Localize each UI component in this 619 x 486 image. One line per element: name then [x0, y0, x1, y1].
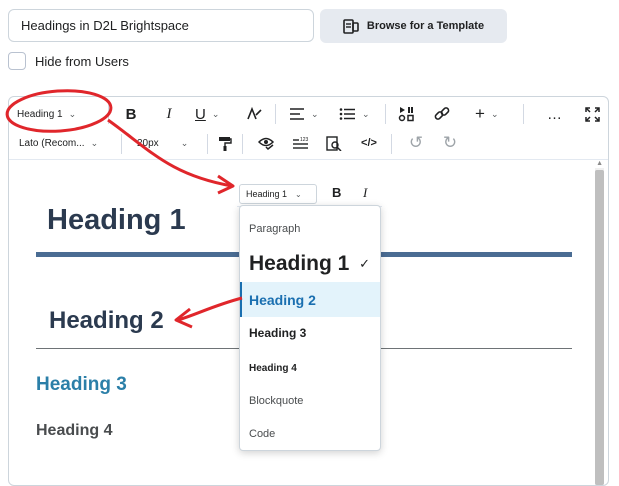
more-actions-button[interactable]: … [545, 103, 565, 125]
inset-block-format-dropdown[interactable]: Heading 1 ⌄ [239, 184, 317, 204]
word-count-icon: 123 [292, 137, 309, 149]
menu-item-heading-3[interactable]: Heading 3 [240, 322, 380, 344]
bullet-list-icon [339, 108, 355, 120]
content-heading-4: Heading 4 [36, 422, 113, 439]
undo-icon: ↺ [408, 133, 424, 152]
chevron-down-icon: ⌄ [490, 108, 499, 119]
font-family-dropdown[interactable]: Lato (Recom... ⌄ [19, 133, 98, 153]
format-painter-button[interactable] [217, 133, 233, 153]
expand-icon [584, 106, 600, 122]
menu-item-label: Heading 4 [249, 362, 297, 374]
underline-icon: U [195, 105, 206, 123]
chevron-down-icon: ⌄ [90, 137, 99, 148]
menu-item-heading-2[interactable]: Heading 2 [240, 282, 380, 317]
chevron-down-icon: ⌄ [68, 108, 77, 119]
chevron-down-icon: ⌄ [211, 108, 220, 119]
menu-item-label: Heading 3 [249, 326, 307, 340]
scrollbar-thumb[interactable] [595, 170, 604, 485]
hide-from-users-label: Hide from Users [35, 53, 129, 69]
chevron-down-icon: ⌄ [311, 108, 319, 119]
content-heading-3: Heading 3 [36, 374, 127, 395]
fullscreen-button[interactable] [583, 103, 601, 125]
media-icon [398, 107, 414, 122]
menu-item-label: Blockquote [249, 395, 304, 407]
redo-icon: ↻ [442, 133, 458, 152]
plus-icon: + [475, 104, 485, 123]
paint-roller-icon [219, 136, 232, 151]
menu-item-heading-1[interactable]: Heading 1 ✓ [240, 248, 380, 280]
menu-item-label: Heading 2 [249, 291, 316, 308]
text-style-button[interactable] [245, 103, 263, 125]
insert-link-button[interactable] [433, 103, 451, 125]
redo-button[interactable]: ↻ [441, 133, 459, 153]
chevron-down-icon: ⌄ [295, 189, 302, 199]
scroll-up-arrow-icon[interactable]: ▲ [596, 160, 603, 167]
menu-item-label: Heading 1 [249, 252, 350, 275]
hide-from-users-row[interactable]: Hide from Users [8, 52, 129, 70]
content-heading-1: Heading 1 [47, 204, 186, 236]
menu-item-paragraph[interactable]: Paragraph [240, 218, 380, 240]
chevron-down-icon: ⌄ [180, 137, 189, 148]
browse-template-label: Browse for a Template [366, 20, 485, 32]
insert-media-button[interactable] [397, 103, 415, 125]
preview-icon [326, 135, 342, 151]
text-color-icon [247, 107, 262, 120]
bold-button[interactable]: B [123, 103, 139, 125]
inset-bold-button[interactable]: B [332, 185, 341, 200]
word-count-button[interactable]: 123 [291, 133, 309, 153]
checkmark-icon: ✓ [359, 256, 370, 271]
undo-button[interactable]: ↺ [407, 133, 425, 153]
menu-item-label: Code [249, 428, 276, 440]
title-input[interactable]: Headings in D2L Brightspace [8, 9, 314, 42]
code-icon: </> [361, 137, 377, 149]
source-code-button[interactable]: </> [360, 133, 378, 153]
chevron-down-icon: ⌄ [362, 108, 370, 119]
align-left-icon [290, 108, 304, 120]
content-heading-2: Heading 2 [49, 307, 164, 334]
eye-check-icon [257, 137, 274, 150]
browse-template-button[interactable]: Browse for a Template [320, 9, 507, 43]
block-format-value: Heading 1 [17, 108, 63, 120]
insert-more-dropdown[interactable]: + ⌄ [475, 103, 498, 125]
font-family-value: Lato (Recom... [19, 137, 85, 149]
menu-item-label: Paragraph [249, 223, 301, 235]
inset-italic-button[interactable]: I [363, 185, 367, 201]
underline-button[interactable]: U ⌄ [195, 103, 219, 125]
inset-toolbar: Heading 1 ⌄ B I [237, 182, 382, 207]
svg-text:123: 123 [300, 137, 309, 143]
font-size-dropdown[interactable]: 20px ⌄ [137, 133, 188, 153]
list-dropdown[interactable]: ⌄ [339, 103, 370, 125]
menu-item-code[interactable]: Code [240, 424, 380, 444]
font-size-value: 20px [137, 137, 159, 149]
menu-item-heading-4[interactable]: Heading 4 [240, 358, 380, 378]
block-format-menu: Paragraph Heading 1 ✓ Heading 2 Heading … [239, 205, 381, 451]
preview-button[interactable] [325, 133, 343, 153]
template-icon [343, 18, 359, 34]
block-format-dropdown[interactable]: Heading 1 ⌄ [17, 103, 76, 125]
italic-button[interactable]: I [161, 103, 177, 125]
menu-item-blockquote[interactable]: Blockquote [240, 391, 380, 411]
inset-block-format-value: Heading 1 [246, 189, 288, 199]
link-icon [434, 107, 450, 120]
accessibility-checker-button[interactable] [257, 133, 275, 153]
hide-from-users-checkbox[interactable] [8, 52, 26, 70]
align-dropdown[interactable]: ⌄ [289, 103, 319, 125]
